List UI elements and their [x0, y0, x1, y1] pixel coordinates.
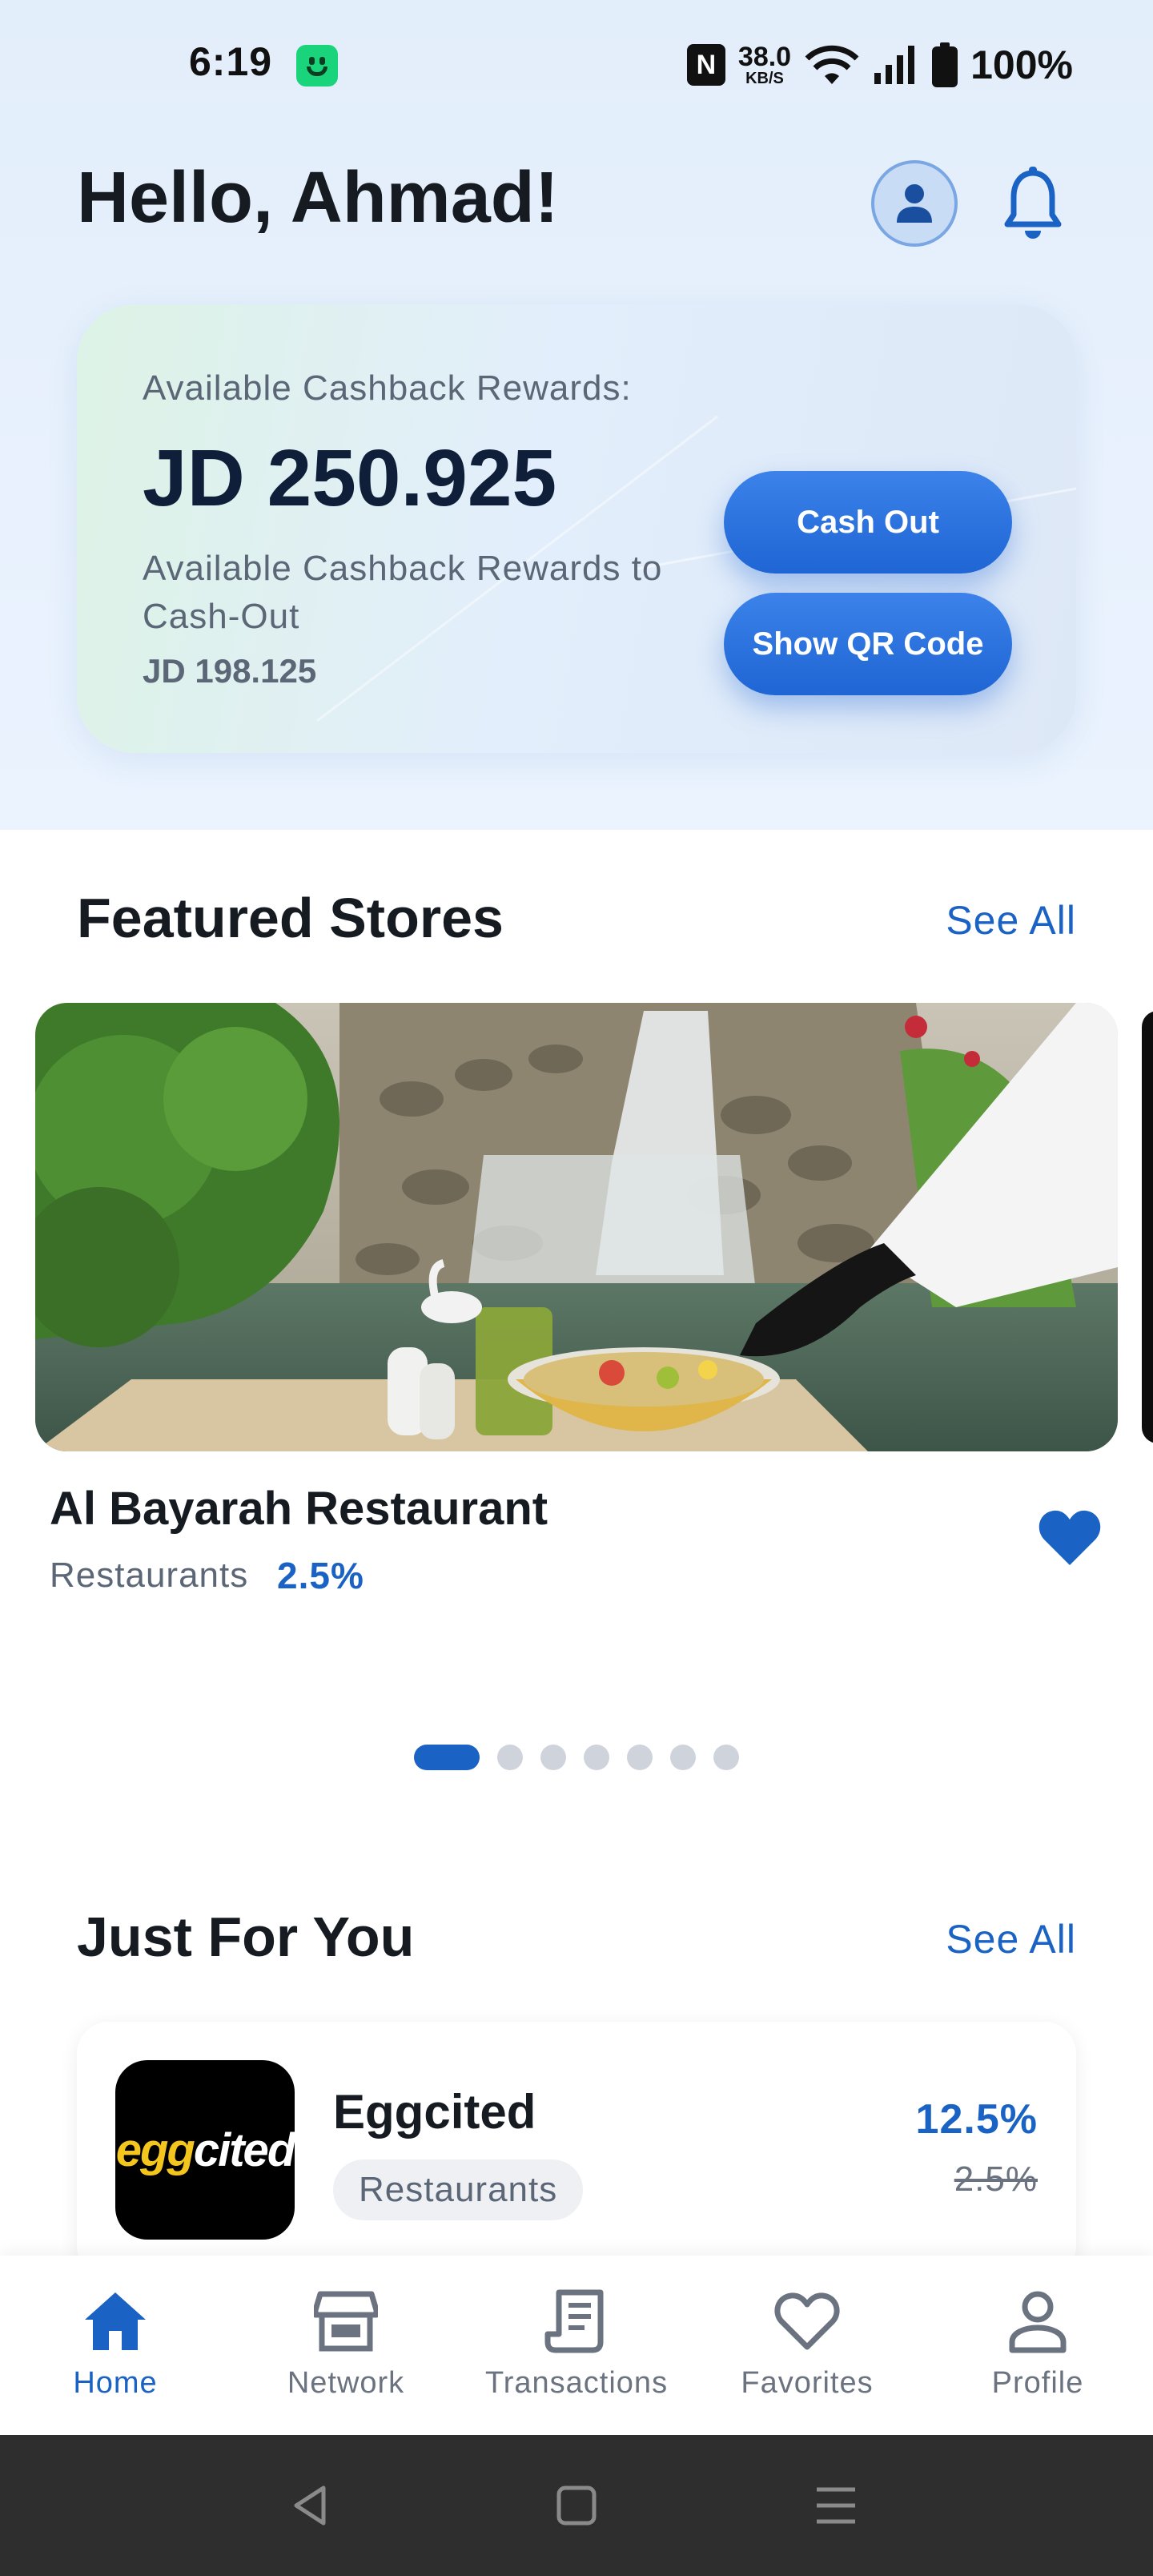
back-icon[interactable]	[285, 2480, 336, 2531]
app-notification-icon	[296, 45, 338, 87]
nav-home[interactable]: Home	[11, 2288, 219, 2416]
network-speed-unit: KB/S	[745, 70, 784, 87]
bottom-navigation: Home Network Transactions Favorites Prof…	[0, 2256, 1153, 2435]
carousel-dot[interactable]	[584, 1745, 609, 1770]
carousel-dot[interactable]	[627, 1745, 653, 1770]
signal-icon	[874, 46, 915, 84]
store-logo-text: eggcited	[115, 2123, 296, 2177]
featured-stores-title: Featured Stores	[77, 887, 504, 949]
cashout-rewards-label: Available Cashback Rewards to Cash-Out	[143, 549, 663, 636]
nav-label: Favorites	[741, 2366, 874, 2400]
nav-label: Profile	[991, 2366, 1084, 2400]
store-cashback-percent: 2.5%	[277, 1555, 364, 1596]
bell-icon	[1004, 167, 1062, 239]
battery-percent: 100%	[970, 42, 1073, 87]
receipt-icon	[543, 2288, 610, 2355]
battery-icon	[932, 42, 958, 87]
offer-cashback-percent: 12.5%	[915, 2096, 1038, 2143]
carousel-dot[interactable]	[540, 1745, 566, 1770]
nav-label: Network	[287, 2366, 405, 2400]
nav-label: Home	[73, 2366, 158, 2400]
status-bar: 6:19 N 38.0 KB/S 100%	[0, 0, 1153, 131]
featured-see-all-link[interactable]: See All	[946, 897, 1076, 944]
offer-store-name: Eggcited	[333, 2085, 536, 2139]
nfc-icon: N	[686, 44, 725, 86]
just-for-you-see-all-link[interactable]: See All	[946, 1916, 1076, 1962]
carousel-dot[interactable]	[670, 1745, 696, 1770]
nav-transactions[interactable]: Transactions	[472, 2288, 681, 2416]
profile-avatar-button[interactable]	[871, 160, 958, 247]
system-navigation-bar	[0, 2435, 1153, 2576]
logo-text-part: cited	[193, 2123, 295, 2176]
restaurant-photo-illustration	[35, 1003, 1118, 1451]
cashback-rewards-card: Available Cashback Rewards: JD 250.925 A…	[77, 304, 1076, 753]
nav-network[interactable]: Network	[242, 2288, 450, 2416]
menu-icon[interactable]	[810, 2480, 862, 2531]
cash-out-button[interactable]: Cash Out	[724, 471, 1012, 574]
store-category: Restaurants	[50, 1556, 249, 1595]
carousel-dot[interactable]	[497, 1745, 523, 1770]
offer-card[interactable]: eggcited Eggcited Restaurants 12.5% 2.5%	[77, 2022, 1076, 2278]
cashout-rewards-amount: JD 198.125	[143, 652, 317, 690]
status-time: 6:19	[189, 39, 273, 84]
offer-category-chip: Restaurants	[333, 2159, 584, 2220]
wifi-icon	[805, 45, 859, 84]
network-speed: 38.0 KB/S	[738, 43, 791, 87]
next-store-card-peek[interactable]	[1142, 1011, 1153, 1443]
status-indicators: N 38.0 KB/S 100%	[686, 37, 1073, 93]
rewards-amount: JD 250.925	[143, 433, 557, 523]
store-photo[interactable]	[35, 1003, 1118, 1451]
just-for-you-title: Just For You	[77, 1906, 415, 1968]
notifications-button[interactable]	[993, 159, 1073, 248]
carousel-indicator	[0, 1745, 1153, 1770]
person-icon	[1004, 2288, 1071, 2355]
nav-favorites[interactable]: Favorites	[703, 2288, 911, 2416]
logo-text-part: egg	[115, 2123, 195, 2176]
favorite-heart-button[interactable]	[1038, 1507, 1102, 1567]
heart-icon	[1039, 1510, 1101, 1565]
offer-previous-percent: 2.5%	[954, 2159, 1038, 2199]
rewards-label: Available Cashback Rewards:	[143, 368, 632, 408]
network-speed-value: 38.0	[737, 42, 792, 72]
home-icon	[82, 2288, 149, 2355]
store-icon	[312, 2288, 380, 2355]
person-icon	[897, 184, 932, 223]
store-name: Al Bayarah Restaurant	[50, 1483, 548, 1535]
carousel-dot-active[interactable]	[414, 1745, 480, 1770]
store-logo: eggcited	[115, 2060, 295, 2240]
carousel-dot[interactable]	[713, 1745, 739, 1770]
nav-profile[interactable]: Profile	[934, 2288, 1142, 2416]
home-square-icon[interactable]	[551, 2480, 602, 2531]
heart-icon	[773, 2288, 841, 2355]
greeting-title: Hello, Ahmad!	[77, 158, 559, 238]
show-qr-code-button[interactable]: Show QR Code	[724, 593, 1012, 695]
nav-label: Transactions	[484, 2366, 669, 2400]
